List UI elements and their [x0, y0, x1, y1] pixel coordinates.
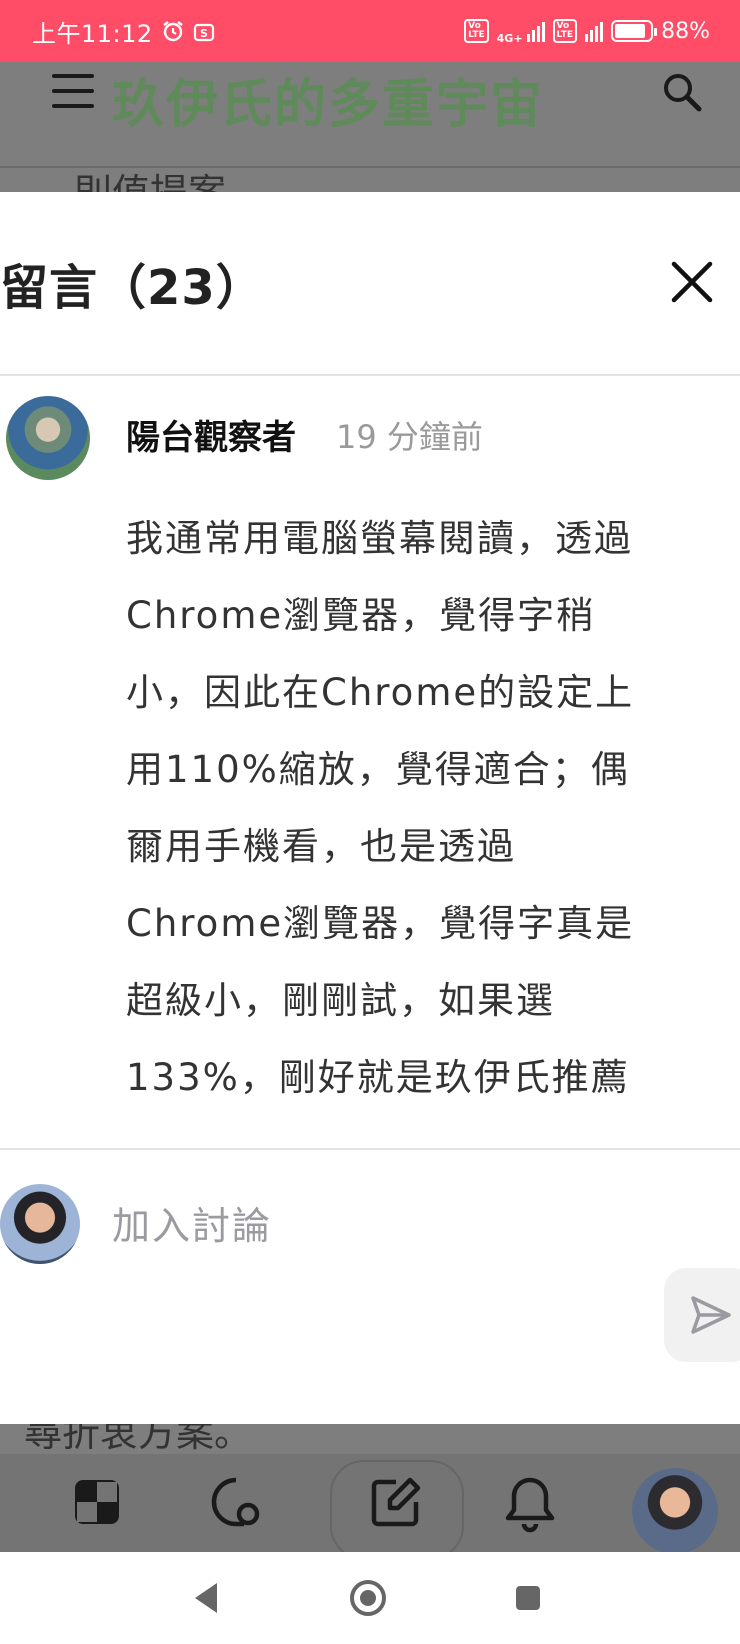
svg-text:S: S [200, 27, 208, 40]
send-button[interactable] [664, 1268, 740, 1362]
app-bottom-nav [0, 1454, 740, 1552]
send-icon [691, 1296, 731, 1334]
comment-timestamp: 19 分鐘前 [336, 418, 483, 456]
home-icon [68, 1474, 128, 1552]
status-time: 上午11:12 [32, 19, 153, 48]
signal-icon-2 [585, 20, 604, 42]
back-icon[interactable] [182, 1574, 230, 1622]
volte-badge: Vo LTE [464, 19, 489, 43]
current-user-avatar [0, 1184, 80, 1264]
background-app-header: 玖伊氏的多重宇宙 則值提案。 [0, 62, 740, 192]
battery-percent: 88% [661, 18, 710, 44]
comment-line: 133%，剛好就是玖伊氏推薦 [126, 1056, 630, 1099]
comment-line: Chrome瀏覽器，覺得字稍 [126, 594, 596, 637]
commenter-avatar[interactable] [6, 396, 90, 480]
background-app-footer: 尋折衷方案。 [0, 1424, 740, 1552]
comment-line: Chrome瀏覽器，覺得字真是 [126, 902, 635, 945]
write-icon [366, 1474, 426, 1552]
background-article-text: 則值提案。 [74, 162, 264, 192]
close-icon[interactable] [668, 258, 716, 306]
comment-line: 用110%縮放，覺得適合；偶 [126, 748, 630, 791]
battery-icon [611, 20, 658, 42]
comment-line: 小，因此在Chrome的設定上 [126, 671, 635, 714]
title-divider [0, 374, 740, 376]
compose-area [0, 1148, 740, 1424]
shopping-bag-icon: S [193, 20, 215, 42]
background-article-text-bottom: 尋折衷方案。 [24, 1424, 253, 1455]
signal-icon [526, 20, 545, 42]
comments-title: 留言（23） [0, 260, 265, 316]
chat-search-icon [208, 1474, 268, 1552]
comments-sheet: 留言（23） 陽台觀察者 19 分鐘前 我通常用電腦螢幕閱讀，透過 Chrome… [0, 192, 740, 1424]
alarm-icon [161, 19, 185, 43]
profile-avatar [632, 1468, 718, 1552]
home-circle-icon[interactable] [344, 1574, 392, 1622]
network-type: 4G+ [496, 31, 523, 45]
comment-line: 我通常用電腦螢幕閱讀，透過 [126, 517, 633, 560]
bell-icon [500, 1474, 560, 1552]
comment-input[interactable] [112, 1198, 632, 1254]
system-navigation-bar [0, 1552, 740, 1644]
menu-icon [52, 74, 94, 108]
volte-badge-2: Vo LTE [552, 19, 578, 43]
comment-body: 我通常用電腦螢幕閱讀，透過 Chrome瀏覽器，覺得字稍 小，因此在Chrome… [126, 500, 726, 1116]
comment-author[interactable]: 陽台觀察者 [126, 410, 296, 459]
status-bar: 上午11:12 S Vo LTE 4G+ Vo LTE 88% [0, 0, 740, 62]
site-logo: 玖伊氏的多重宇宙 [112, 74, 545, 135]
comment-line: 超級小，剛剛試，如果選 [126, 979, 555, 1022]
recents-icon[interactable] [504, 1574, 552, 1622]
search-icon [660, 70, 704, 114]
comment-line: 爾用手機看，也是透過 [126, 825, 516, 868]
